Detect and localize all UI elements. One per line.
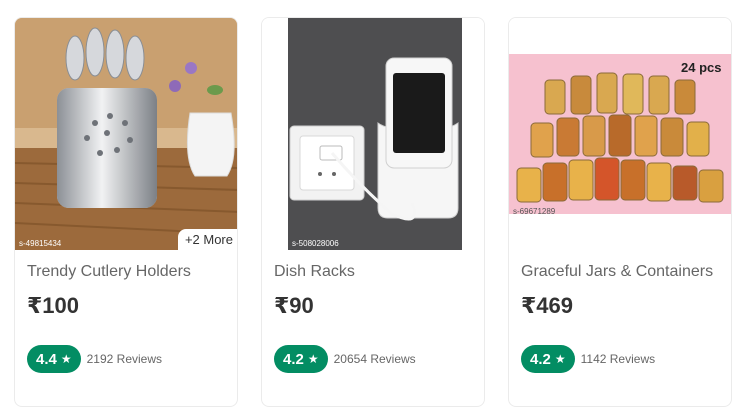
rating-badge: 4.4 ★ <box>27 345 81 373</box>
product-price: ₹469 <box>521 293 574 318</box>
product-price: ₹90 <box>274 293 314 318</box>
star-icon: ★ <box>307 352 319 366</box>
rating-badge: 4.2 ★ <box>274 345 328 373</box>
product-title[interactable]: Graceful Jars & Containers <box>521 263 713 281</box>
image-watermark: s-508028006 <box>292 239 339 248</box>
product-title[interactable]: Dish Racks <box>274 263 355 281</box>
product-card[interactable]: 24 pcs s-69671289 Graceful Jars & Contai… <box>508 17 732 407</box>
product-image[interactable]: s-508028006 <box>262 18 484 250</box>
pieces-label: 24 pcs <box>681 60 721 75</box>
rating-value: 4.2 <box>530 350 551 368</box>
rating-badge: 4.2 ★ <box>521 345 575 373</box>
review-count: 1142 Reviews <box>580 352 656 366</box>
product-image[interactable]: s-49815434 +2 More <box>15 18 237 250</box>
product-image[interactable]: 24 pcs s-69671289 <box>509 18 731 250</box>
rating-row: 4.2 ★ 20654 Reviews <box>274 345 416 373</box>
review-count: 2192 Reviews <box>86 352 162 366</box>
product-price: ₹100 <box>27 293 80 318</box>
image-watermark: s-49815434 <box>19 239 62 248</box>
product-title[interactable]: Trendy Cutlery Holders <box>27 263 191 281</box>
rating-row: 4.2 ★ 1142 Reviews <box>521 345 655 373</box>
product-card[interactable]: s-508028006 Dish Racks ₹90 4.2 ★ 20654 R… <box>261 17 485 407</box>
rating-row: 4.4 ★ 2192 Reviews <box>27 345 162 373</box>
rating-value: 4.2 <box>283 350 304 368</box>
star-icon: ★ <box>60 352 72 366</box>
review-count: 20654 Reviews <box>333 352 416 366</box>
product-card[interactable]: s-49815434 +2 More Trendy Cutlery Holder… <box>14 17 238 407</box>
image-watermark: s-69671289 <box>513 207 556 216</box>
rating-value: 4.4 <box>36 350 57 368</box>
more-variants-badge[interactable]: +2 More <box>177 229 237 250</box>
star-icon: ★ <box>554 352 566 366</box>
